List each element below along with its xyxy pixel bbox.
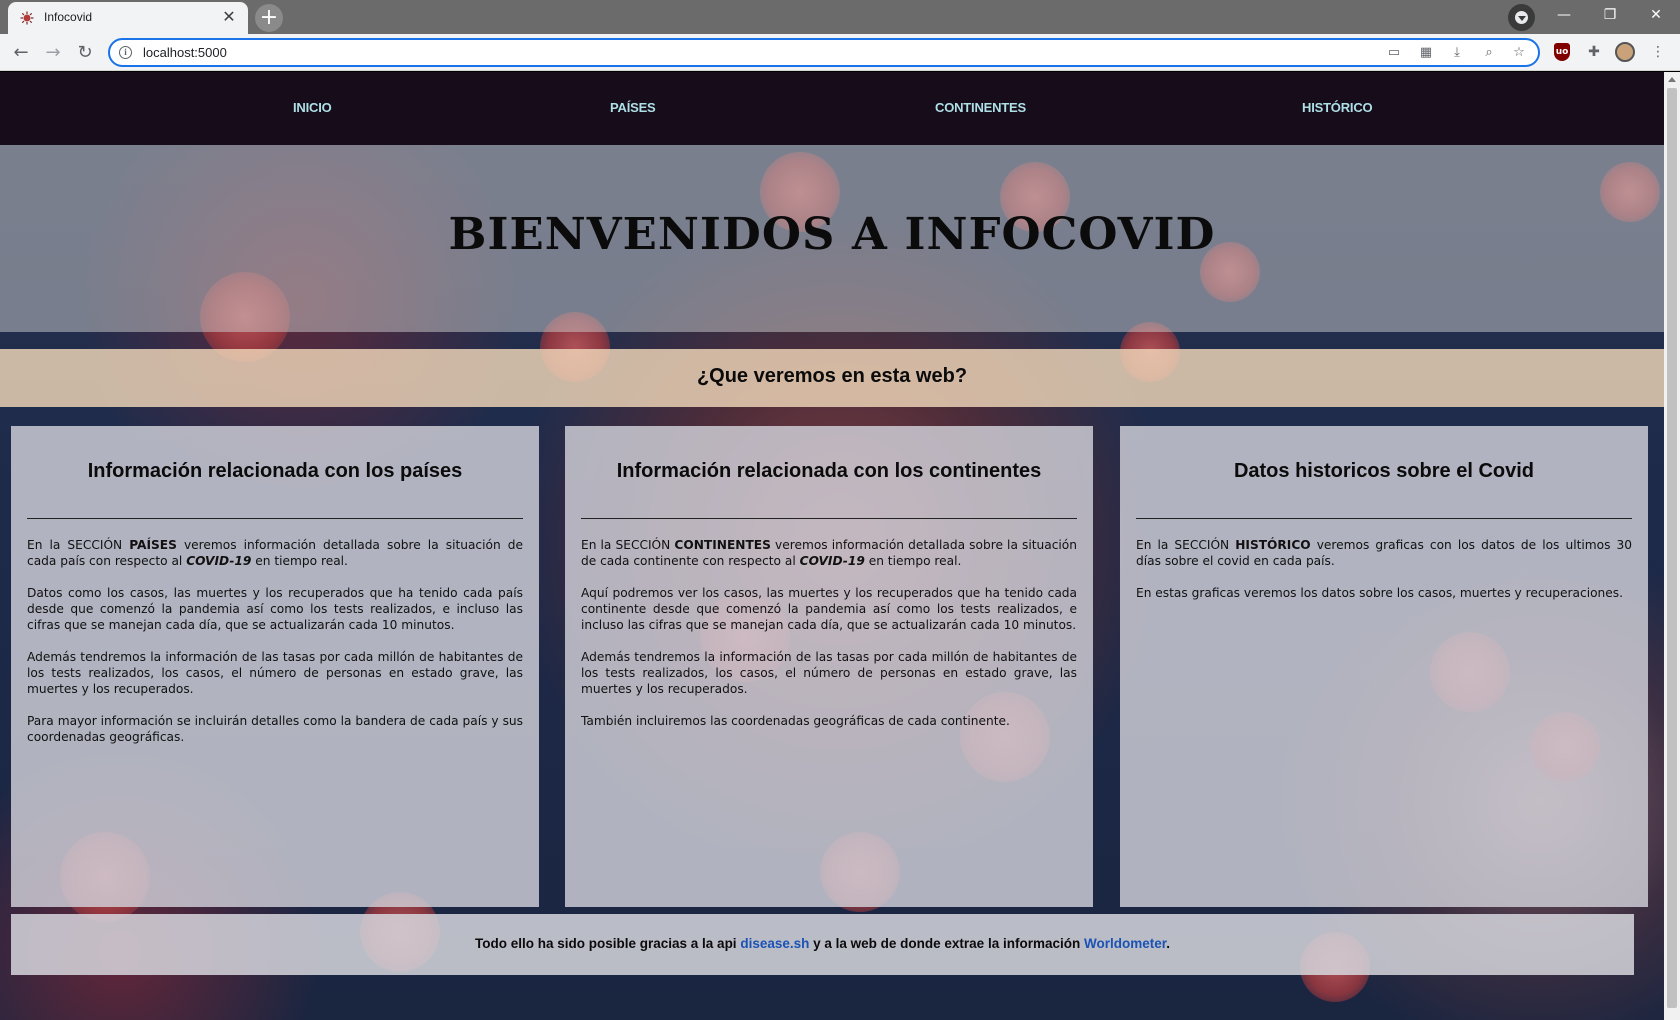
url-text[interactable]: localhost:5000 bbox=[143, 45, 227, 60]
back-icon[interactable]: ← bbox=[8, 40, 34, 66]
bookmark-star-icon[interactable]: ☆ bbox=[1510, 45, 1528, 61]
card-paragraph: Para mayor información se incluirán deta… bbox=[27, 714, 523, 744]
browser-tab[interactable]: Infocovid ✕ bbox=[8, 2, 248, 34]
minimize-icon[interactable]: — bbox=[1541, 0, 1587, 30]
nav-link-continentes[interactable]: CONTINENTES bbox=[935, 100, 1026, 115]
card-paragraph: Además tendremos la información de las t… bbox=[27, 650, 523, 696]
site-info-icon[interactable]: i bbox=[119, 46, 132, 59]
tab-search-icon[interactable] bbox=[1508, 4, 1535, 31]
card-continentes: Información relacionada con los continen… bbox=[565, 426, 1093, 907]
browser-menu-icon[interactable]: ⋮ bbox=[1648, 42, 1668, 62]
footer-text: Todo ello ha sido posible gracias a la a… bbox=[475, 936, 1170, 951]
card-paises: Información relacionada con los países E… bbox=[11, 426, 539, 907]
card-divider bbox=[581, 518, 1077, 519]
page-scrollbar[interactable] bbox=[1664, 72, 1680, 1020]
restore-icon[interactable]: ❐ bbox=[1587, 0, 1633, 30]
nav-link-historico[interactable]: HISTÓRICO bbox=[1302, 100, 1373, 115]
card-paragraph: También incluiremos las coordenadas geog… bbox=[581, 714, 1010, 728]
card-paragraph: Datos como los casos, las muertes y los … bbox=[27, 586, 523, 632]
page-title: BIENVENIDOS A INFOCOVID bbox=[448, 209, 1216, 260]
tab-close-icon[interactable]: ✕ bbox=[220, 8, 238, 26]
qr-code-icon[interactable]: ▦ bbox=[1417, 45, 1435, 61]
card-paragraph: En estas graficas veremos los datos sobr… bbox=[1136, 586, 1623, 600]
card-paragraph: Además tendremos la información de las t… bbox=[581, 650, 1077, 696]
address-bar[interactable]: i localhost:5000 ▭ ▦ ⤓ ⌕ ☆ bbox=[108, 38, 1540, 67]
card-title: Información relacionada con los continen… bbox=[616, 460, 1042, 482]
reload-icon[interactable]: ↻ bbox=[72, 40, 98, 66]
nav-link-paises[interactable]: PAÍSES bbox=[610, 100, 656, 115]
disease-sh-link[interactable]: disease.sh bbox=[740, 936, 809, 951]
browser-toolbar: ← → ↻ i localhost:5000 ▭ ▦ ⤓ ⌕ ☆ uo ✚ ⋮ bbox=[0, 34, 1680, 71]
page-viewport: INICIO PAÍSES CONTINENTES HISTÓRICO BIEN… bbox=[0, 72, 1664, 1020]
card-divider bbox=[1136, 518, 1632, 519]
card-divider bbox=[27, 518, 523, 519]
card-paragraph: En la SECCIÓN CONTINENTES veremos inform… bbox=[581, 538, 1077, 568]
subheading-band: ¿Que veremos en esta web? bbox=[0, 349, 1664, 407]
worldometer-link[interactable]: Worldometer bbox=[1084, 936, 1166, 951]
main-navbar: INICIO PAÍSES CONTINENTES HISTÓRICO bbox=[0, 72, 1664, 145]
cast-icon[interactable]: ▭ bbox=[1385, 45, 1403, 61]
extensions-puzzle-icon[interactable]: ✚ bbox=[1584, 42, 1604, 62]
tab-strip: Infocovid ✕ + — ❐ ✕ bbox=[0, 0, 1680, 34]
virus-favicon-icon bbox=[20, 11, 34, 25]
forward-icon[interactable]: → bbox=[40, 40, 66, 66]
zoom-icon[interactable]: ⌕ bbox=[1480, 45, 1498, 61]
new-tab-button[interactable]: + bbox=[255, 4, 283, 32]
card-historico: Datos historicos sobre el Covid En la SE… bbox=[1120, 426, 1648, 907]
section-subheading: ¿Que veremos en esta web? bbox=[696, 365, 968, 387]
install-app-icon[interactable]: ⤓ bbox=[1448, 45, 1466, 61]
card-paragraph: En la SECCIÓN PAÍSES veremos información… bbox=[27, 538, 523, 568]
card-title: Información relacionada con los países bbox=[87, 460, 463, 482]
profile-avatar[interactable] bbox=[1615, 42, 1635, 62]
scroll-thumb[interactable] bbox=[1667, 88, 1677, 1008]
scroll-up-icon[interactable] bbox=[1668, 77, 1676, 82]
tab-title: Infocovid bbox=[44, 10, 93, 24]
hero-banner: BIENVENIDOS A INFOCOVID bbox=[0, 145, 1664, 332]
nav-link-inicio[interactable]: INICIO bbox=[293, 100, 332, 115]
ublock-origin-icon[interactable]: uo bbox=[1554, 43, 1570, 61]
close-window-icon[interactable]: ✕ bbox=[1633, 0, 1679, 30]
card-title: Datos historicos sobre el Covid bbox=[1233, 460, 1535, 482]
page-footer: Todo ello ha sido posible gracias a la a… bbox=[11, 914, 1634, 975]
card-paragraph: En la SECCIÓN HISTÓRICO veremos graficas… bbox=[1136, 538, 1632, 568]
card-paragraph: Aquí podremos ver los casos, las muertes… bbox=[581, 586, 1077, 632]
